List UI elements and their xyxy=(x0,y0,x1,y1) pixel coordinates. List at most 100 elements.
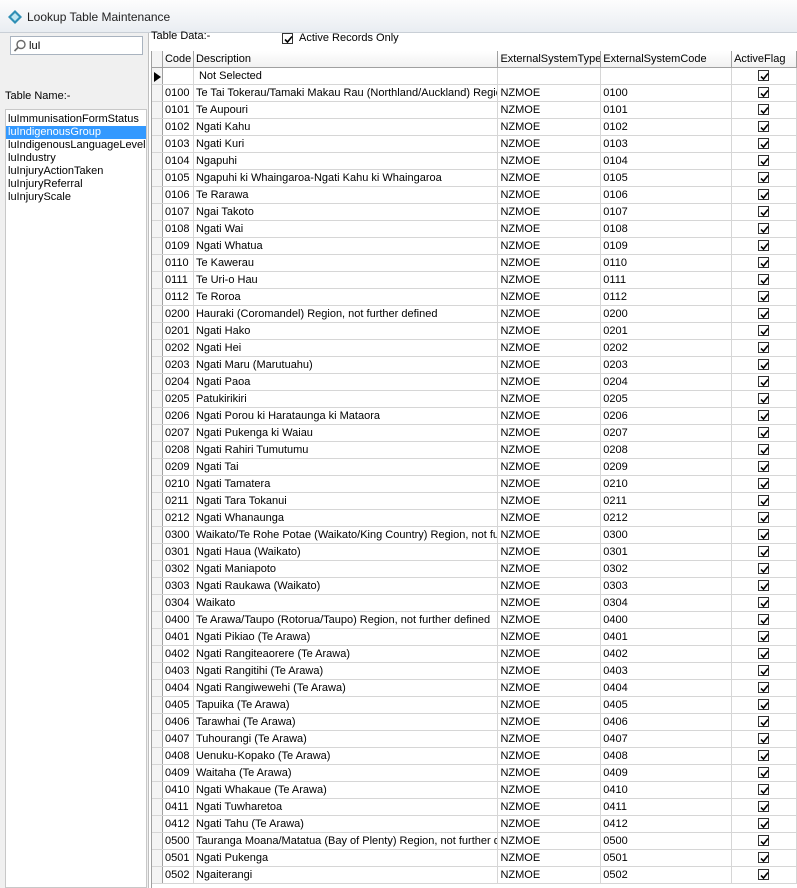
active-flag-checkbox[interactable] xyxy=(758,70,770,81)
active-flag-checkbox[interactable] xyxy=(758,750,770,761)
active-flag-checkbox[interactable] xyxy=(758,784,770,795)
table-row[interactable]: 0501 Ngati Pukenga NZMOE 0501 xyxy=(152,850,797,867)
active-flag-checkbox[interactable] xyxy=(758,325,770,336)
active-flag-checkbox[interactable] xyxy=(758,767,770,778)
row-selector[interactable] xyxy=(152,306,163,322)
row-selector[interactable] xyxy=(152,799,163,815)
cell-external-system-type[interactable]: NZMOE xyxy=(498,187,602,203)
table-row[interactable]: 0207 Ngati Pukenga ki Waiau NZMOE 0207 xyxy=(152,425,797,442)
row-selector[interactable] xyxy=(152,833,163,849)
row-selector[interactable] xyxy=(152,136,163,152)
row-selector[interactable] xyxy=(152,731,163,747)
cell-external-system-code[interactable]: 0110 xyxy=(601,255,733,271)
table-row[interactable]: 0202 Ngati Hei NZMOE 0202 xyxy=(152,340,797,357)
cell-external-system-code[interactable]: 0211 xyxy=(601,493,733,509)
cell-external-system-code[interactable]: 0208 xyxy=(601,442,733,458)
cell-external-system-code[interactable]: 0407 xyxy=(601,731,733,747)
cell-code[interactable]: 0400 xyxy=(163,612,194,628)
cell-external-system-code[interactable]: 0206 xyxy=(601,408,733,424)
active-flag-checkbox[interactable] xyxy=(758,172,770,183)
active-flag-checkbox[interactable] xyxy=(758,733,770,744)
cell-external-system-type[interactable]: NZMOE xyxy=(498,527,602,543)
row-selector[interactable] xyxy=(152,289,163,305)
cell-external-system-type[interactable]: NZMOE xyxy=(498,238,602,254)
cell-external-system-type[interactable]: NZMOE xyxy=(498,425,602,441)
column-header-external-system-code[interactable]: ExternalSystemCode xyxy=(601,51,733,67)
table-row[interactable]: Not Selected xyxy=(152,68,797,85)
table-row[interactable]: 0102 Ngati Kahu NZMOE 0102 xyxy=(152,119,797,136)
table-name-item[interactable]: luIndigenousGroup xyxy=(6,126,146,139)
cell-description[interactable]: Ngati Rangiwewehi (Te Arawa) xyxy=(194,680,499,696)
search-box[interactable] xyxy=(10,36,143,55)
row-selector[interactable] xyxy=(152,714,163,730)
row-selector[interactable] xyxy=(152,646,163,662)
cell-code[interactable]: 0105 xyxy=(163,170,194,186)
cell-code[interactable]: 0405 xyxy=(163,697,194,713)
cell-code[interactable]: 0204 xyxy=(163,374,194,390)
active-flag-checkbox[interactable] xyxy=(758,478,770,489)
cell-external-system-type[interactable]: NZMOE xyxy=(498,323,602,339)
active-flag-checkbox[interactable] xyxy=(758,121,770,132)
table-row[interactable]: 0100 Te Tai Tokerau/Tamaki Makau Rau (Nor… xyxy=(152,85,797,102)
cell-description[interactable]: Uenuku-Kopako (Te Arawa) xyxy=(194,748,499,764)
row-selector[interactable] xyxy=(152,782,163,798)
cell-external-system-type[interactable]: NZMOE xyxy=(498,153,602,169)
table-row[interactable]: 0303 Ngati Raukawa (Waikato) NZMOE 0303 xyxy=(152,578,797,595)
cell-external-system-type[interactable]: NZMOE xyxy=(498,697,602,713)
cell-description[interactable]: Te Arawa/Taupo (Rotorua/Taupo) Region, n… xyxy=(194,612,499,628)
cell-external-system-code[interactable]: 0302 xyxy=(601,561,733,577)
cell-external-system-code[interactable]: 0106 xyxy=(601,187,733,203)
cell-external-system-type[interactable]: NZMOE xyxy=(498,748,602,764)
cell-code[interactable]: 0211 xyxy=(163,493,194,509)
cell-external-system-type[interactable]: NZMOE xyxy=(498,731,602,747)
cell-description[interactable]: Ngati Paoa xyxy=(194,374,499,390)
active-flag-checkbox[interactable] xyxy=(758,682,770,693)
table-row[interactable]: 0204 Ngati Paoa NZMOE 0204 xyxy=(152,374,797,391)
cell-code[interactable]: 0103 xyxy=(163,136,194,152)
table-row[interactable]: 0110 Te Kawerau NZMOE 0110 xyxy=(152,255,797,272)
table-row[interactable]: 0301 Ngati Haua (Waikato) NZMOE 0301 xyxy=(152,544,797,561)
cell-external-system-code[interactable]: 0303 xyxy=(601,578,733,594)
row-selector[interactable] xyxy=(152,544,163,560)
active-flag-checkbox[interactable] xyxy=(758,359,770,370)
cell-code[interactable]: 0209 xyxy=(163,459,194,475)
cell-external-system-code[interactable]: 0103 xyxy=(601,136,733,152)
table-row[interactable]: 0111 Te Uri-o Hau NZMOE 0111 xyxy=(152,272,797,289)
cell-external-system-type[interactable]: NZMOE xyxy=(498,408,602,424)
cell-code[interactable]: 0304 xyxy=(163,595,194,611)
cell-code[interactable]: 0110 xyxy=(163,255,194,271)
active-flag-checkbox[interactable] xyxy=(758,818,770,829)
cell-code[interactable]: 0200 xyxy=(163,306,194,322)
table-row[interactable]: 0401 Ngati Pikiao (Te Arawa) NZMOE 0401 xyxy=(152,629,797,646)
active-flag-checkbox[interactable] xyxy=(758,716,770,727)
cell-code[interactable]: 0501 xyxy=(163,850,194,866)
active-flag-checkbox[interactable] xyxy=(758,427,770,438)
active-flag-checkbox[interactable] xyxy=(758,291,770,302)
cell-external-system-code[interactable]: 0403 xyxy=(601,663,733,679)
cell-external-system-code[interactable]: 0203 xyxy=(601,357,733,373)
row-selector[interactable] xyxy=(152,612,163,628)
active-flag-checkbox[interactable] xyxy=(758,461,770,472)
cell-external-system-type[interactable]: NZMOE xyxy=(498,816,602,832)
active-flag-checkbox[interactable] xyxy=(758,274,770,285)
active-flag-checkbox[interactable] xyxy=(758,835,770,846)
row-selector[interactable] xyxy=(152,85,163,101)
cell-code[interactable]: 0407 xyxy=(163,731,194,747)
cell-external-system-type[interactable]: NZMOE xyxy=(498,850,602,866)
table-row[interactable]: 0409 Waitaha (Te Arawa) NZMOE 0409 xyxy=(152,765,797,782)
row-selector[interactable] xyxy=(152,867,163,883)
table-row[interactable]: 0208 Ngati Rahiri Tumutumu NZMOE 0208 xyxy=(152,442,797,459)
cell-description[interactable]: Not Selected xyxy=(194,68,499,84)
active-flag-checkbox[interactable] xyxy=(758,852,770,863)
row-selector[interactable] xyxy=(152,663,163,679)
cell-external-system-code[interactable]: 0201 xyxy=(601,323,733,339)
cell-description[interactable]: Ngati Whakaue (Te Arawa) xyxy=(194,782,499,798)
cell-description[interactable]: Ngati Kuri xyxy=(194,136,499,152)
table-row[interactable]: 0209 Ngati Tai NZMOE 0209 xyxy=(152,459,797,476)
table-name-item[interactable]: luIndigenousLanguageLevel xyxy=(6,139,146,152)
cell-external-system-code[interactable]: 0111 xyxy=(601,272,733,288)
active-flag-checkbox[interactable] xyxy=(758,104,770,115)
row-selector[interactable] xyxy=(152,561,163,577)
active-flag-checkbox[interactable] xyxy=(758,665,770,676)
active-flag-checkbox[interactable] xyxy=(758,546,770,557)
